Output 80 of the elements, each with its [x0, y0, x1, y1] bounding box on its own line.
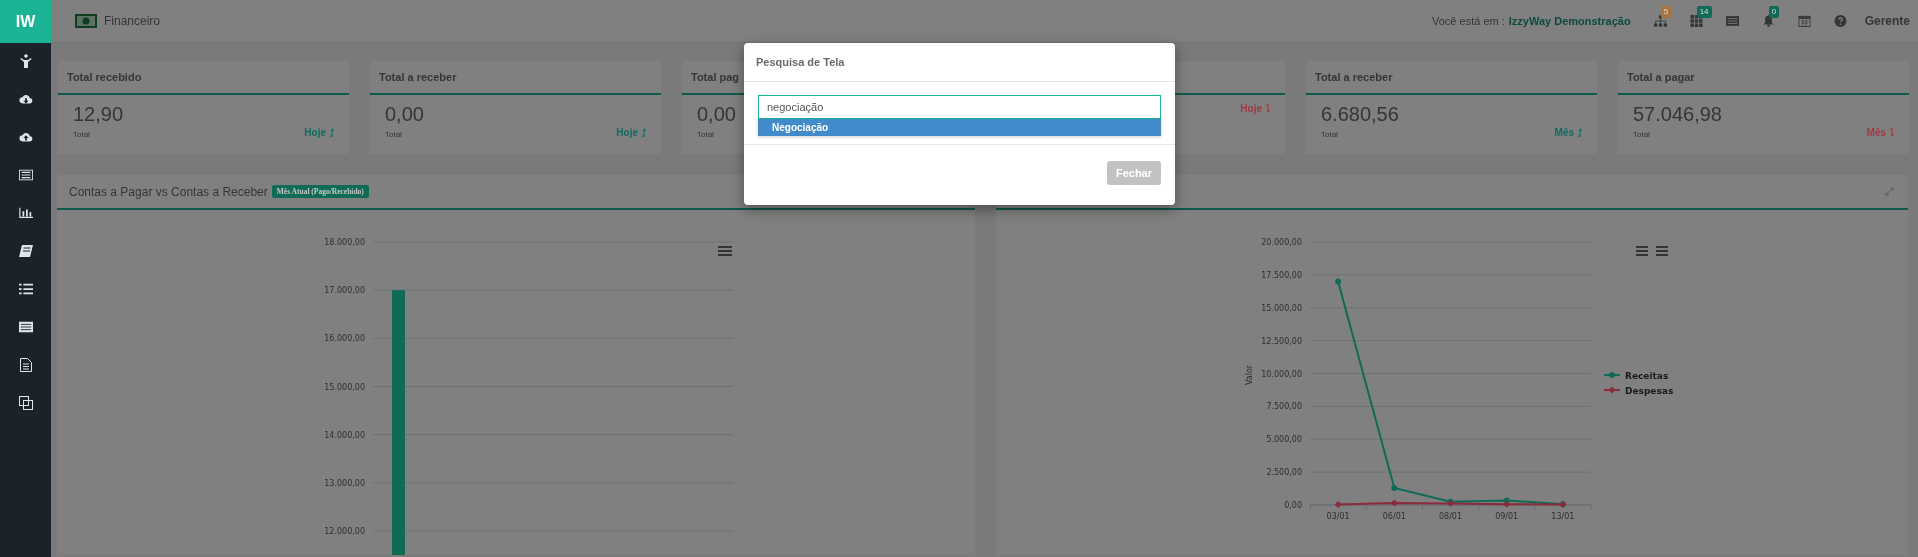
card-title: Total a receber: [379, 71, 457, 83]
document-icon[interactable]: [18, 358, 33, 372]
axis-tick-label: 7.500,00: [1266, 402, 1302, 412]
axis-tick-label: 2.500,00: [1266, 468, 1302, 478]
person-icon[interactable]: [18, 54, 33, 68]
card-value: 57.046,98: [1633, 103, 1722, 126]
card-title: Total a receber: [1315, 71, 1393, 83]
cloud-download-icon[interactable]: [18, 92, 33, 106]
bell-icon[interactable]: [1762, 15, 1776, 27]
bar-chart-icon[interactable]: [18, 206, 33, 220]
axis-tick-label: 0,00: [1284, 501, 1302, 510]
axis-tick-label: 13.000,00: [324, 478, 365, 488]
dialog-title: Pesquisa de Tela: [756, 56, 845, 68]
count-badge: 0: [1768, 6, 1780, 18]
card-value: 6.680,56: [1321, 103, 1399, 126]
axis-tick-label: 17.000,00: [324, 286, 365, 296]
period-label: Mês: [1554, 127, 1574, 138]
legend-marker-icon: [1603, 386, 1621, 394]
period-label: Mês: [1866, 127, 1886, 138]
axis-title: Valor: [1245, 364, 1254, 386]
axis-tick-label: 12.500,00: [1261, 336, 1302, 346]
search-field[interactable]: negociação: [758, 95, 1161, 119]
page-title: Financeiro: [104, 14, 161, 28]
card-label: Total: [1321, 130, 1339, 139]
card-label: Total: [385, 130, 403, 139]
point: [1503, 500, 1511, 508]
axis-tick-label: 14.000,00: [324, 430, 365, 440]
card-title: Total recebido: [67, 71, 142, 83]
suggestion-item[interactable]: Negociação: [758, 119, 1161, 136]
banknote-icon: [75, 14, 97, 28]
point: [1334, 501, 1342, 509]
axis-tick-label: 17.500,00: [1261, 270, 1302, 280]
axis-tick-label: 16.000,00: [324, 334, 365, 344]
card-icon[interactable]: [18, 320, 33, 334]
card-label: Total: [1633, 130, 1651, 139]
user-name[interactable]: Gerente: [1864, 14, 1910, 28]
card-title: Total a pagar: [1627, 71, 1695, 83]
point: [1335, 278, 1342, 285]
calendar-icon[interactable]: [1798, 15, 1812, 27]
period-label: Hoje: [616, 127, 638, 138]
axis-tick-label: 5.000,00: [1266, 435, 1302, 445]
axis-tick-label: 03/01: [1326, 512, 1350, 521]
list-card-icon[interactable]: [18, 168, 33, 182]
menu-icon[interactable]: [1635, 246, 1649, 256]
axis-tick-label: 12.000,00: [324, 527, 365, 536]
count-badge: 5: [1660, 6, 1672, 18]
card-value: 0,00: [697, 103, 736, 126]
cloud-upload-icon[interactable]: [18, 130, 33, 144]
axis-tick-label: 15.000,00: [324, 382, 365, 392]
company-link[interactable]: IzzyWay Demonstração: [1508, 15, 1631, 27]
menu-icon[interactable]: [1655, 246, 1669, 256]
card-value: 0,00: [385, 103, 424, 126]
axis-tick-label: 08/01: [1438, 512, 1463, 521]
period-label: Hoje: [1240, 103, 1262, 114]
panel-title: Contas a Pagar vs Contas a Receber: [69, 184, 268, 199]
axis-tick-label: 06/01: [1382, 512, 1406, 521]
axis-tick-label: 15.000,00: [1261, 303, 1302, 313]
axis-tick-label: 20.000,00: [1261, 238, 1302, 247]
card-title: Total pag: [691, 71, 740, 83]
count-badge: 14: [1696, 6, 1712, 18]
logo[interactable]: IW: [0, 0, 51, 43]
location-label: Você está em :: [1432, 15, 1505, 27]
point: [1391, 484, 1398, 491]
legend-label[interactable]: Receitas: [1625, 371, 1669, 381]
card-label: Total: [73, 130, 91, 139]
axis-tick-label: 09/01: [1495, 512, 1519, 521]
legend-label[interactable]: Despesas: [1625, 386, 1674, 396]
legend-marker-icon: [1603, 372, 1621, 378]
sitemap-icon[interactable]: [1654, 15, 1668, 27]
help-icon[interactable]: [1834, 15, 1848, 27]
axis-tick-label: 13/01: [1551, 512, 1575, 521]
card-value: 12,90: [73, 103, 124, 126]
list-icon[interactable]: [18, 282, 33, 296]
copy-icon[interactable]: [18, 396, 33, 410]
axis-tick-label: 18.000,00: [324, 238, 365, 247]
book-icon[interactable]: [18, 244, 33, 258]
axis-tick-label: 10.000,00: [1261, 369, 1302, 379]
menu-icon[interactable]: [717, 246, 733, 256]
period-label: Hoje: [304, 127, 326, 138]
card-label: Total: [697, 130, 715, 139]
